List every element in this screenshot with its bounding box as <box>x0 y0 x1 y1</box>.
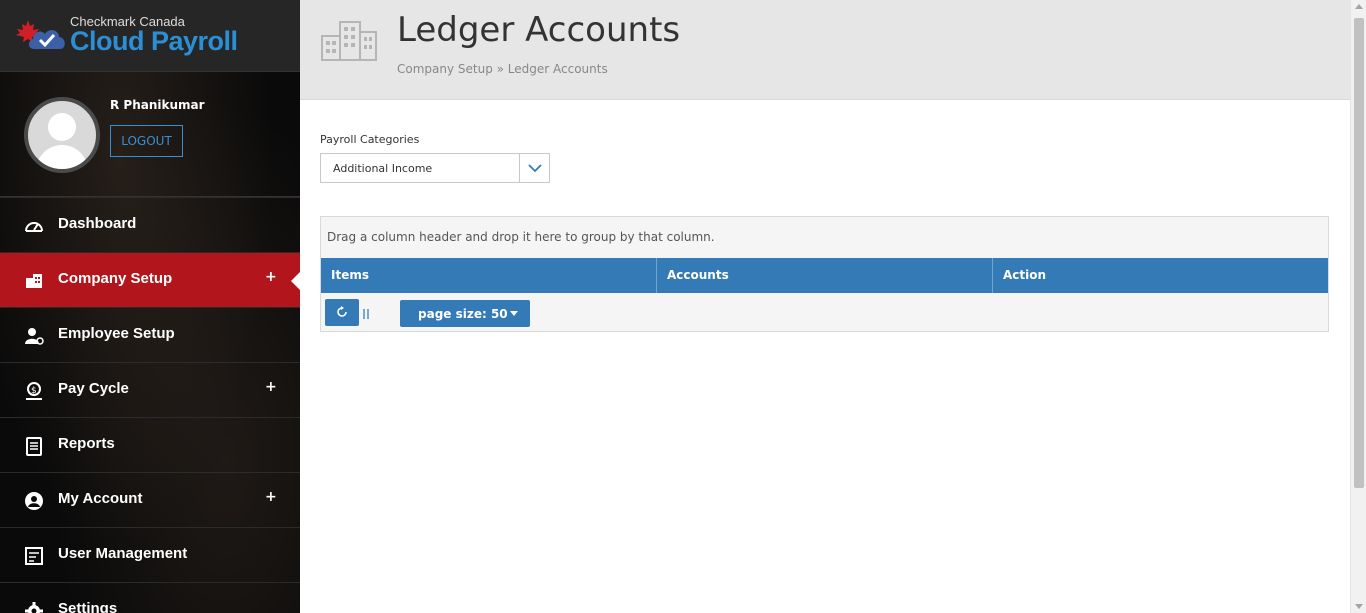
caret-down-icon <box>510 311 518 316</box>
account-icon <box>25 492 43 510</box>
group-drop-zone[interactable]: Drag a column header and drop it here to… <box>327 230 715 244</box>
page-size-dropdown[interactable]: page size: 50 <box>400 300 530 327</box>
grid-pager: page size: 50 <box>321 294 1328 331</box>
username: R Phanikumar <box>110 98 205 112</box>
payroll-categories-select[interactable]: Additional Income <box>320 153 550 183</box>
avatar <box>24 97 100 173</box>
page-size-label: page size: 50 <box>418 307 508 321</box>
svg-text:$: $ <box>31 386 37 396</box>
sidebar-item-dashboard[interactable]: Dashboard <box>0 197 300 252</box>
page-header: Ledger Accounts Company Setup » Ledger A… <box>300 0 1350 100</box>
column-header-items[interactable]: Items <box>321 258 657 293</box>
sidebar: Checkmark Canada Cloud Payroll R Phaniku… <box>0 0 300 613</box>
sidebar-item-label: Reports <box>58 435 115 452</box>
scroll-thumb[interactable] <box>1354 18 1364 488</box>
sidebar-item-label: Dashboard <box>58 215 137 232</box>
vertical-scrollbar[interactable] <box>1350 0 1366 613</box>
column-header-accounts[interactable]: Accounts <box>657 258 993 293</box>
employee-settings-icon <box>25 328 44 345</box>
sidebar-item-label: Employee Setup <box>58 325 175 342</box>
column-header-action[interactable]: Action <box>993 258 1328 293</box>
gear-icon <box>25 602 43 613</box>
sidebar-item-label: My Account <box>58 490 143 507</box>
sidebar-item-company-setup[interactable]: Company Setup + <box>0 252 300 307</box>
chevron-down-icon <box>528 164 542 173</box>
sidebar-item-my-account[interactable]: My Account + <box>0 472 300 527</box>
dropdown-button[interactable] <box>519 154 549 182</box>
sidebar-item-label: Company Setup <box>58 270 173 287</box>
sidebar-item-label: Settings <box>58 600 118 613</box>
sidebar-item-reports[interactable]: Reports <box>0 417 300 472</box>
payroll-categories-label: Payroll Categories <box>320 133 420 146</box>
scroll-up-icon[interactable] <box>1355 4 1363 9</box>
sidebar-item-user-management[interactable]: User Management <box>0 527 300 582</box>
page-title: Ledger Accounts <box>397 10 681 50</box>
dashboard-icon <box>25 222 43 232</box>
expand-icon[interactable]: + <box>265 269 277 285</box>
cloud-check-icon <box>28 30 65 49</box>
scroll-down-icon[interactable] <box>1355 604 1363 609</box>
sidebar-item-label: Pay Cycle <box>58 380 129 397</box>
sidebar-item-label: User Management <box>58 545 188 562</box>
sidebar-item-settings[interactable]: Settings <box>0 582 300 613</box>
expand-icon[interactable]: + <box>265 489 277 505</box>
company-icon <box>26 274 42 288</box>
refresh-icon <box>337 306 347 317</box>
reports-icon <box>26 437 42 456</box>
ledger-accounts-grid: Drag a column header and drop it here to… <box>320 216 1329 332</box>
pager-separator-icon <box>363 309 369 319</box>
logout-button[interactable]: LOGOUT <box>110 125 183 157</box>
refresh-button[interactable] <box>325 299 359 326</box>
brand-logo[interactable]: Checkmark Canada Cloud Payroll <box>0 0 300 72</box>
main-content: Ledger Accounts Company Setup » Ledger A… <box>300 0 1350 613</box>
breadcrumb[interactable]: Company Setup » Ledger Accounts <box>397 62 608 76</box>
sidebar-item-pay-cycle[interactable]: $ Pay Cycle + <box>0 362 300 417</box>
pay-cycle-icon: $ <box>26 382 42 400</box>
expand-icon[interactable]: + <box>265 379 277 395</box>
building-icon <box>321 21 377 61</box>
user-management-icon <box>25 547 43 565</box>
selected-value: Additional Income <box>333 162 433 175</box>
grid-header: Items Accounts Action <box>321 258 1328 293</box>
sidebar-item-employee-setup[interactable]: Employee Setup <box>0 307 300 362</box>
brand-name-big: Cloud Payroll <box>70 26 238 56</box>
